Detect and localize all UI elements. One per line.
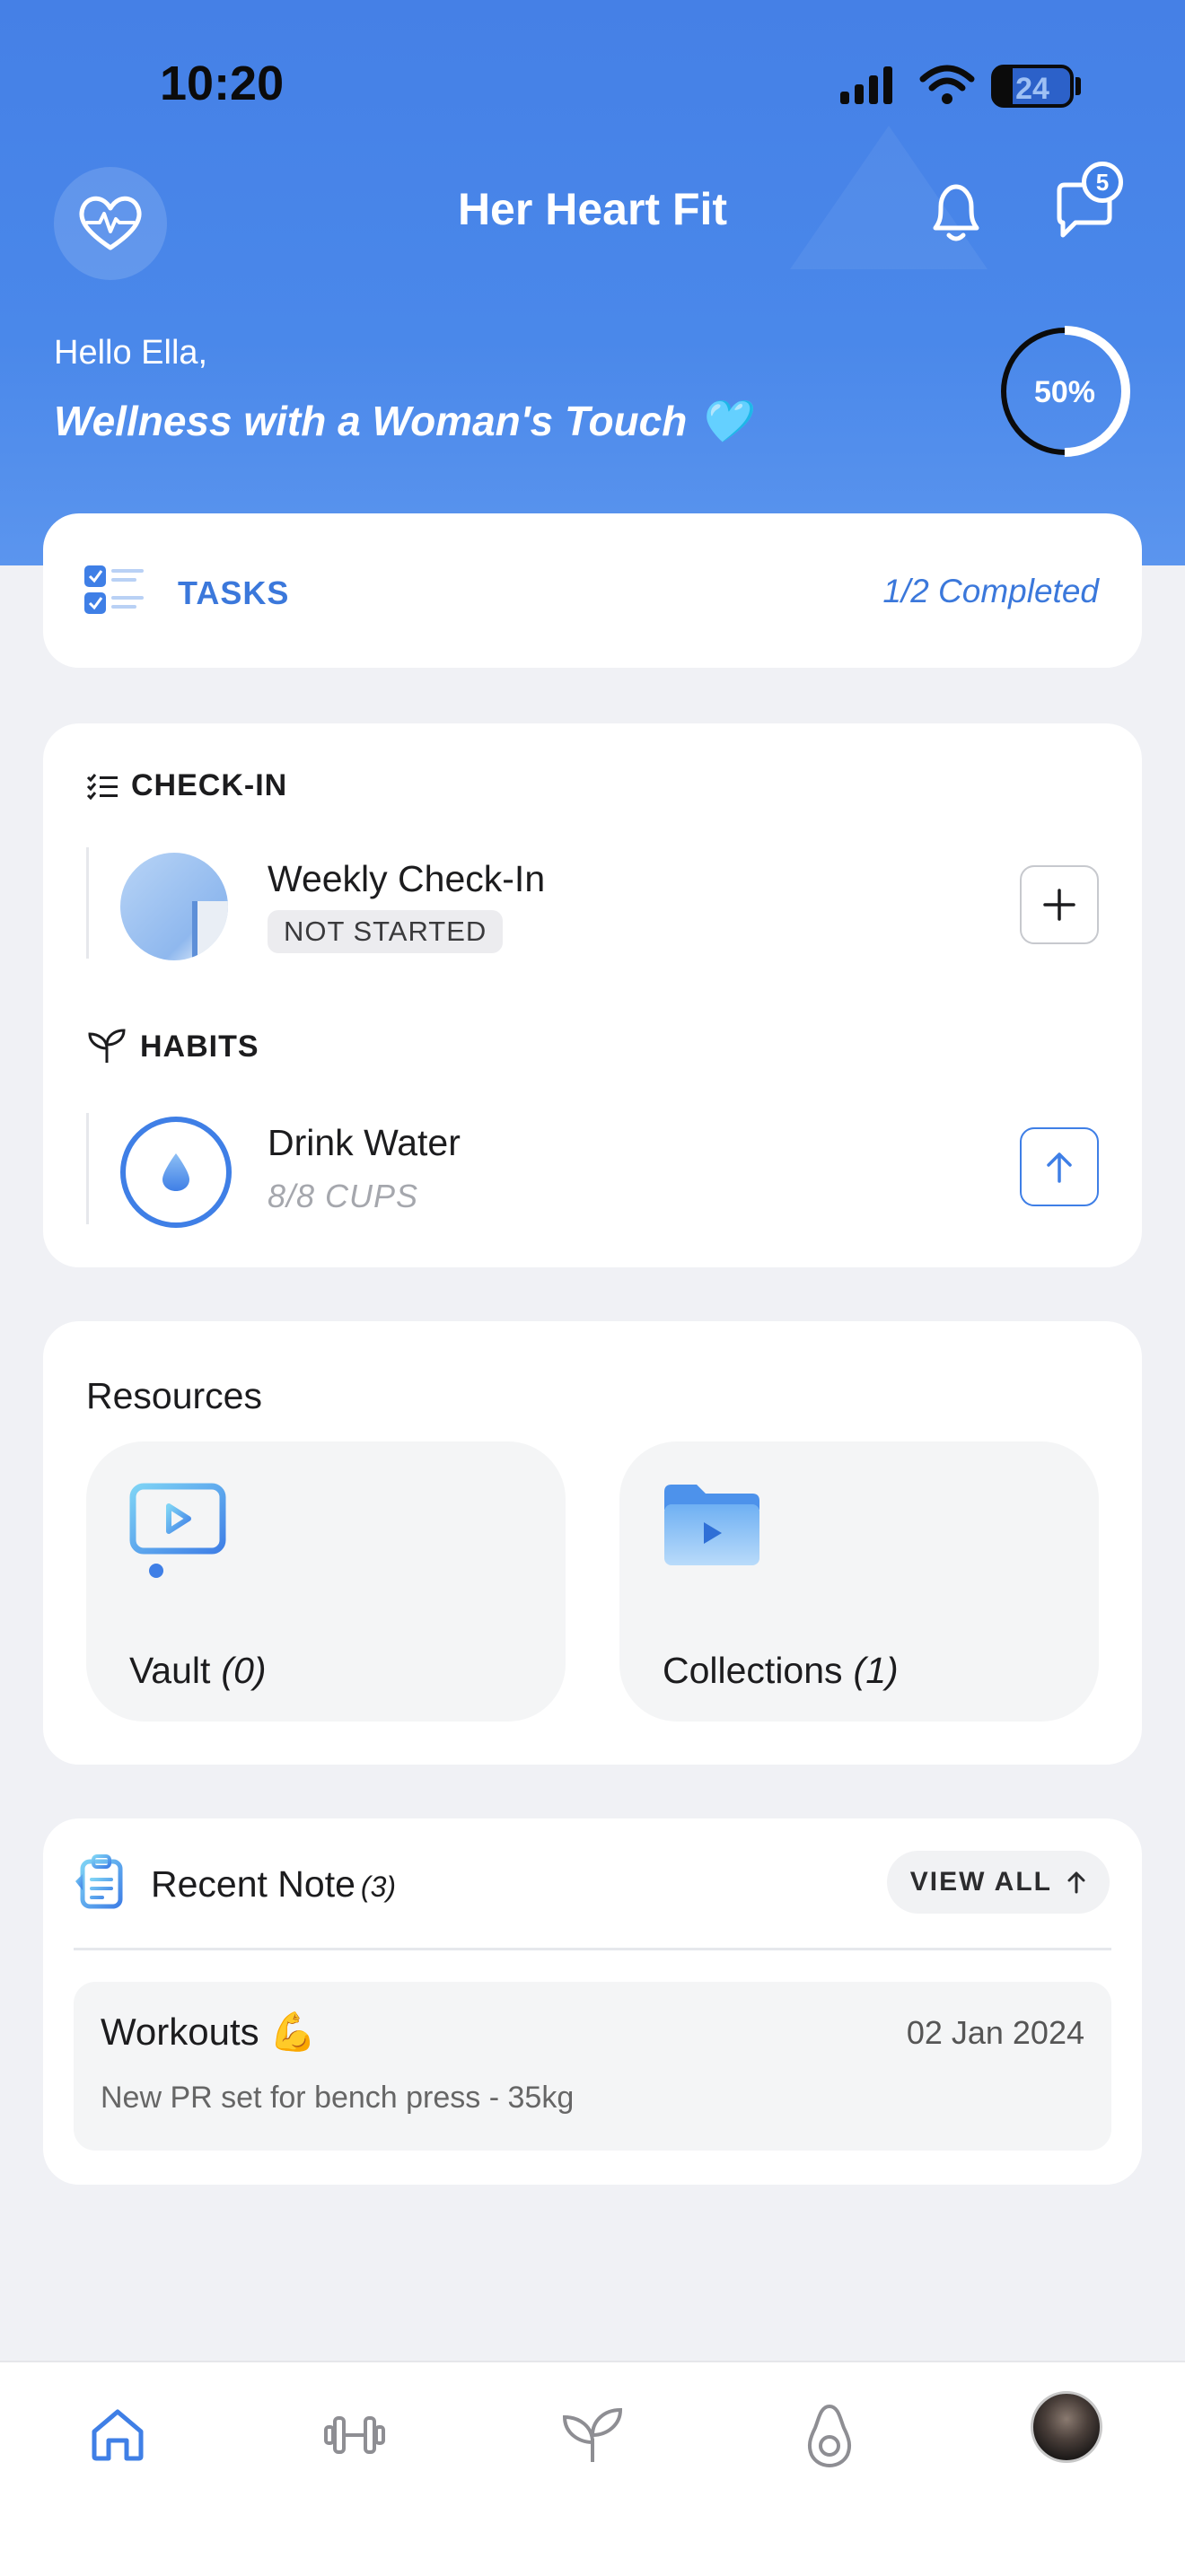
notes-title: Recent Note (3) (151, 1863, 397, 1905)
tasks-card[interactable]: TASKS 1/2 Completed (43, 513, 1142, 668)
tab-habits[interactable] (552, 2395, 633, 2475)
app-title: Her Heart Fit (457, 184, 728, 234)
clipboard-note-icon (75, 1854, 123, 1909)
tagline: Wellness with a Woman's Touch 🩵 (54, 398, 750, 444)
collections-tile[interactable]: Collections (1) (619, 1441, 1099, 1722)
note-body: New PR set for bench press - 35kg (101, 2081, 575, 2115)
arrow-up-icon (1067, 1871, 1085, 1894)
video-folder-icon (664, 1485, 759, 1565)
chat-badge: 5 (1082, 162, 1123, 203)
greeting: Hello Ella, (54, 334, 208, 372)
checklist-icon (84, 565, 144, 614)
tasks-label: TASKS (178, 574, 290, 611)
checkin-title[interactable]: Weekly Check-In (268, 858, 545, 900)
dumbbell-icon (324, 2416, 385, 2454)
view-all-button[interactable]: VIEW ALL (886, 1851, 1110, 1914)
water-drop-icon (162, 1153, 189, 1191)
progress-ring: 50% (999, 326, 1130, 457)
video-library-icon (129, 1483, 226, 1578)
list-check-icon (86, 773, 118, 800)
vault-tile[interactable]: Vault (0) (86, 1441, 566, 1722)
tab-workouts[interactable] (314, 2395, 395, 2475)
bottom-tab-bar (0, 2361, 1185, 2576)
plus-icon (1043, 889, 1075, 921)
cellular-signal-icon (840, 66, 892, 104)
home-icon (92, 2409, 144, 2461)
avocado-icon (807, 2404, 852, 2467)
divider (86, 847, 89, 959)
wifi-icon (919, 65, 975, 104)
bell-icon[interactable] (925, 180, 988, 246)
habit-title[interactable]: Drink Water (268, 1122, 461, 1164)
checkin-thumbnail (120, 853, 228, 960)
checkin-header: CHECK-IN (86, 768, 287, 803)
status-badge: NOT STARTED (268, 910, 504, 953)
water-progress-ring (120, 1117, 232, 1228)
checkin-habits-card: CHECK-IN Weekly Check-In NOT STARTED HAB… (43, 723, 1142, 1267)
battery-tip (1075, 77, 1081, 95)
divider (74, 1948, 1111, 1950)
recent-notes-card: Recent Note (3) VIEW ALL Workouts 💪 02 Ja… (43, 1818, 1142, 2185)
sprout-icon (88, 1029, 126, 1063)
collections-label: Collections (1) (663, 1650, 899, 1691)
log-habit-button[interactable] (1020, 1127, 1099, 1206)
resources-card: Resources Vault (0) Collections (1) (43, 1321, 1142, 1765)
progress-label: 50% (1034, 375, 1095, 409)
collections-count: (1) (853, 1650, 899, 1691)
divider (86, 1113, 89, 1224)
note-title: Workouts 💪 (101, 2011, 317, 2053)
note-item[interactable]: Workouts 💪 02 Jan 2024 New PR set for be… (74, 1982, 1111, 2151)
vault-count: (0) (221, 1650, 267, 1691)
tab-home[interactable] (77, 2395, 158, 2475)
tab-nutrition[interactable] (789, 2395, 870, 2475)
vault-label: Vault (0) (129, 1650, 267, 1691)
battery-level: 24 (1015, 72, 1049, 106)
battery-icon: 24 (991, 65, 1074, 108)
status-time: 10:20 (160, 57, 285, 110)
notes-count: (3) (360, 1871, 397, 1903)
habit-progress: 8/8 CUPS (268, 1178, 419, 1214)
checkin-section-label: CHECK-IN (131, 768, 288, 802)
tasks-status: 1/2 Completed (882, 573, 1099, 609)
add-checkin-button[interactable] (1020, 865, 1099, 944)
view-all-label: VIEW ALL (909, 1867, 1052, 1897)
arrow-up-icon (1047, 1152, 1072, 1183)
habits-section-label: HABITS (140, 1029, 259, 1064)
resources-title: Resources (86, 1375, 262, 1416)
note-date: 02 Jan 2024 (906, 2014, 1084, 2051)
leaf-icon (562, 2407, 623, 2462)
habits-header: HABITS (86, 1029, 259, 1065)
profile-avatar[interactable] (1031, 2391, 1102, 2463)
